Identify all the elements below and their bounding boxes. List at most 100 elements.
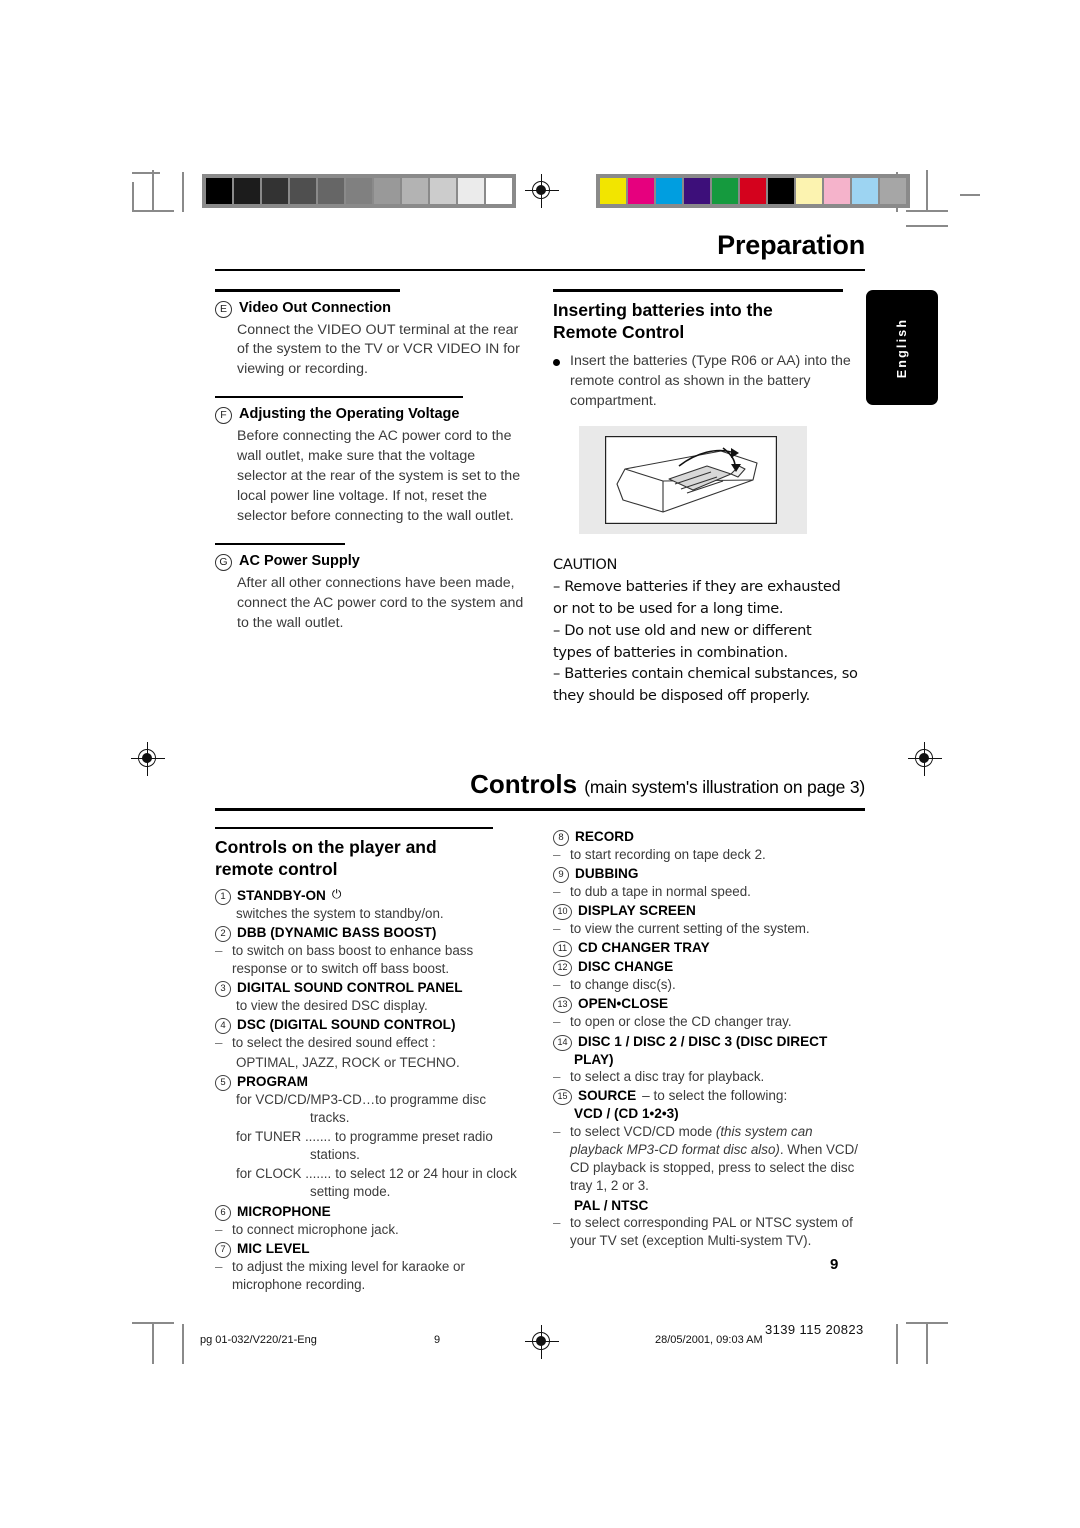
control-item: 14 DISC 1 / DISC 2 / DISC 3 (DISC DIRECT bbox=[553, 1033, 865, 1051]
program-cont: stations. bbox=[310, 1147, 360, 1163]
control-desc-row: – to adjust the mixing level for karaoke… bbox=[215, 1258, 527, 1294]
controls-rule bbox=[215, 808, 865, 811]
control-label: STANDBY-ON bbox=[237, 887, 326, 903]
marker-letter-f: F bbox=[215, 407, 232, 425]
control-number: 7 bbox=[215, 1242, 231, 1259]
dash-marker: – bbox=[553, 977, 561, 993]
control-desc-row: – to select corresponding PAL or NTSC sy… bbox=[553, 1214, 865, 1250]
bullet-dot-icon bbox=[553, 359, 560, 367]
section-rule bbox=[215, 396, 463, 399]
gray-swatch-5 bbox=[346, 178, 372, 204]
control-label: CD CHANGER TRAY bbox=[578, 940, 710, 956]
crop-mark-tr-edge bbox=[906, 225, 948, 227]
color-swatch-5 bbox=[740, 178, 766, 204]
section-rule bbox=[215, 542, 345, 545]
caution-line: types of batteries in combination. bbox=[553, 643, 788, 661]
control-label: PROGRAM bbox=[237, 1073, 308, 1089]
gray-swatch-9 bbox=[458, 178, 484, 204]
caution-line: – Remove batteries if they are exhausted bbox=[553, 577, 841, 595]
source-desc: to select VCD/CD mode (this system can p… bbox=[570, 1123, 865, 1196]
control-desc: to start recording on tape deck 2. bbox=[570, 846, 766, 862]
program-line: for CLOCK ....... to select 12 or 24 hou… bbox=[236, 1165, 527, 1184]
control-desc-row: – to change disc(s). bbox=[553, 976, 865, 994]
preparation-left-column: E Video Out Connection Connect the VIDEO… bbox=[215, 289, 527, 707]
color-swatch-7 bbox=[796, 178, 822, 204]
source-sub-heading-vcd: VCD / (CD 1•2•3) bbox=[574, 1106, 679, 1122]
control-item: 4 DSC (DIGITAL SOUND CONTROL) bbox=[215, 1016, 527, 1035]
controls-left-heading: Controls on the player and remote contro… bbox=[215, 836, 527, 881]
dash-marker: – bbox=[553, 921, 561, 937]
program-cont: tracks. bbox=[310, 1110, 350, 1126]
color-swatch-3 bbox=[684, 178, 710, 204]
control-item: 10 DISPLAY SCREEN bbox=[553, 902, 865, 921]
control-desc-row: – to open or close the CD changer tray. bbox=[553, 1013, 865, 1031]
color-swatch-6 bbox=[768, 178, 794, 204]
control-desc: to change disc(s). bbox=[570, 977, 676, 993]
control-item: 6 MICROPHONE bbox=[215, 1203, 527, 1221]
crop-mark-br-v bbox=[926, 1322, 928, 1364]
section-rule bbox=[553, 289, 843, 292]
control-label: DISC 1 / DISC 2 / DISC 3 (DISC DIRECT bbox=[578, 1033, 828, 1049]
control-item: 13 OPEN•CLOSE bbox=[553, 995, 865, 1014]
control-number: 1 bbox=[215, 888, 231, 905]
control-label: RECORD bbox=[575, 828, 634, 844]
section-body: Connect the VIDEO OUT terminal at the re… bbox=[237, 321, 520, 378]
control-desc: to select a disc tray for playback. bbox=[570, 1068, 765, 1084]
dash-marker: – bbox=[553, 1014, 561, 1030]
control-desc-row: – to view the current setting of the sys… bbox=[553, 920, 865, 938]
control-number: 9 bbox=[553, 866, 569, 883]
control-item: 15 SOURCE – to select the following: bbox=[553, 1087, 865, 1106]
controls-left-column: Controls on the player and remote contro… bbox=[215, 826, 527, 1296]
marker-letter-e: E bbox=[215, 300, 232, 318]
program-line: for VCD/CD/MP3-CD… to programme disc bbox=[236, 1091, 527, 1110]
program-source: for CLOCK ....... bbox=[236, 1165, 332, 1181]
control-desc: to view the current setting of the syste… bbox=[570, 921, 810, 937]
control-label: MIC LEVEL bbox=[237, 1241, 310, 1257]
batteries-heading-line2: Remote Control bbox=[553, 321, 685, 342]
control-label: SOURCE bbox=[578, 1088, 637, 1104]
control-desc: to switch on bass boost to enhance bass … bbox=[232, 942, 474, 977]
registration-mark-left bbox=[131, 742, 165, 776]
controls-left-heading-line2: remote control bbox=[215, 859, 338, 880]
gray-swatch-2 bbox=[262, 178, 288, 204]
preparation-right-column: Inserting batteries into the Remote Cont… bbox=[553, 289, 865, 707]
batteries-heading-line1: Inserting batteries into the bbox=[553, 299, 773, 320]
dash-marker: – bbox=[215, 1259, 223, 1275]
gray-swatch-1 bbox=[234, 178, 260, 204]
section-heading-row: E Video Out Connection bbox=[215, 299, 527, 318]
gray-swatch-3 bbox=[290, 178, 316, 204]
crop-mark-right-dash bbox=[960, 194, 980, 196]
control-desc-row: – to select a disc tray for playback. bbox=[553, 1068, 865, 1086]
control-item: 12 DISC CHANGE bbox=[553, 958, 865, 977]
control-item: 3 DIGITAL SOUND CONTROL PANEL bbox=[215, 979, 527, 998]
control-item: 8 RECORD bbox=[553, 828, 865, 846]
source-desc-part1: to select VCD/CD mode bbox=[570, 1123, 716, 1139]
controls-subtitle: (main system's illustration on page 3) bbox=[584, 777, 865, 798]
control-number: 6 bbox=[215, 1204, 231, 1221]
dash-marker: – bbox=[215, 1221, 223, 1237]
controls-title: Controls bbox=[470, 769, 578, 800]
section-ac-power-supply: G AC Power Supply After all other connec… bbox=[215, 542, 527, 634]
registration-mark-top bbox=[525, 174, 559, 208]
crop-mark-bl-v bbox=[152, 1322, 154, 1364]
control-desc-row: – to select the desired sound effect : bbox=[215, 1034, 527, 1052]
control-item: 11 CD CHANGER TRAY bbox=[553, 939, 865, 958]
control-number: 12 bbox=[553, 960, 572, 977]
program-cont: setting mode. bbox=[310, 1184, 391, 1200]
control-item: 2 DBB (DYNAMIC BASS BOOST) bbox=[215, 924, 527, 942]
registration-mark-right bbox=[908, 742, 942, 776]
section-video-out: E Video Out Connection Connect the VIDEO… bbox=[215, 289, 527, 380]
controls-section: Controls (main system's illustration on … bbox=[215, 769, 865, 1295]
controls-left-heading-line1: Controls on the player and bbox=[215, 836, 437, 857]
control-number: 10 bbox=[553, 904, 572, 921]
gray-swatch-4 bbox=[318, 178, 344, 204]
source-sub-heading-pal-ntsc: PAL / NTSC bbox=[574, 1197, 649, 1213]
section-title: AC Power Supply bbox=[239, 552, 360, 569]
source-desc-2: to select corresponding PAL or NTSC syst… bbox=[570, 1215, 853, 1249]
program-line: for TUNER ....... to programme preset ra… bbox=[236, 1128, 527, 1147]
dash-marker: – bbox=[553, 846, 561, 862]
control-desc: to open or close the CD changer tray. bbox=[570, 1014, 792, 1030]
control-label-cont: PLAY) bbox=[574, 1051, 614, 1067]
control-label-suffix: – to select the following: bbox=[642, 1088, 788, 1104]
chapter-rule bbox=[215, 269, 865, 272]
